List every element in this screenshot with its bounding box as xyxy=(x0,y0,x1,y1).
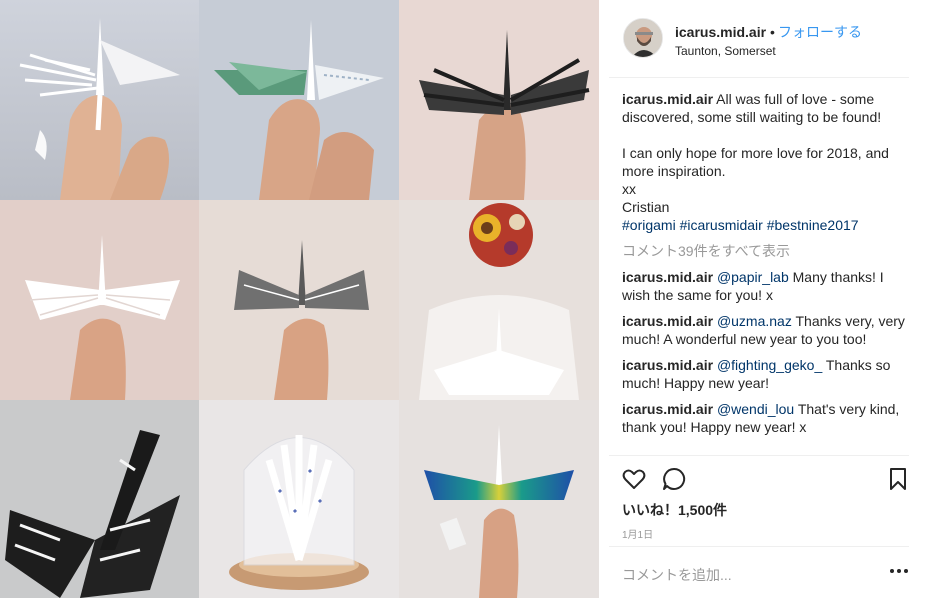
comment-item: icarus.mid.air @fighting_geko_ Thanks so… xyxy=(622,356,912,392)
comment-username[interactable]: icarus.mid.air xyxy=(622,269,713,285)
caption-hashtags[interactable]: #origami #icarusmidair #bestnine2017 xyxy=(622,216,912,234)
header-divider xyxy=(609,77,909,78)
view-all-comments-link[interactable]: コメント39件をすべて表示 xyxy=(622,242,912,260)
add-comment-input[interactable]: コメントを追加... xyxy=(622,565,732,585)
comments-section: icarus.mid.air All was full of love - so… xyxy=(622,90,912,436)
comment-username[interactable]: icarus.mid.air xyxy=(622,313,713,329)
likes-count[interactable]: いいね！1,500件 xyxy=(622,500,727,520)
post-details-panel: icarus.mid.air • フォローする Taunton, Somerset … xyxy=(599,0,931,598)
header-username[interactable]: icarus.mid.air xyxy=(675,24,766,40)
post-date[interactable]: 1月1日 xyxy=(622,526,653,541)
actions-divider xyxy=(609,455,909,456)
comment-username[interactable]: icarus.mid.air xyxy=(622,401,713,417)
caption-username[interactable]: icarus.mid.air xyxy=(622,91,713,107)
collage-tile-zebra-crane xyxy=(0,400,199,598)
collage-tile-blue-green-crane xyxy=(399,400,599,598)
caption-gap xyxy=(622,126,912,144)
caption-line-3: xx xyxy=(622,181,636,197)
more-options-icon[interactable] xyxy=(887,563,911,579)
comment-mention[interactable]: @uzma.naz xyxy=(717,313,792,329)
location-link[interactable]: Taunton, Somerset xyxy=(675,44,776,58)
collage-tile-flower-portrait xyxy=(399,200,599,400)
collage-tile-white-skeleton-crane xyxy=(0,0,199,200)
comment-mention[interactable]: @papir_lab xyxy=(717,269,789,285)
comment-input-divider xyxy=(609,546,909,547)
collage-tile-black-crane xyxy=(399,0,599,200)
bookmark-icon[interactable] xyxy=(885,466,911,492)
header-user-line: icarus.mid.air • フォローする xyxy=(675,22,862,42)
collage-tile-green-crane xyxy=(199,0,399,200)
caption-line-4: Cristian xyxy=(622,199,670,215)
separator-dot: • xyxy=(770,24,775,40)
comment-mention[interactable]: @wendi_lou xyxy=(717,401,794,417)
comment-icon[interactable] xyxy=(661,466,687,492)
comment-item: icarus.mid.air @wendi_lou That's very ki… xyxy=(622,400,912,436)
comment-username[interactable]: icarus.mid.air xyxy=(622,357,713,373)
collage-tile-white-feather-crane xyxy=(0,200,199,400)
heart-icon[interactable] xyxy=(621,466,647,492)
caption-line-2: I can only hope for more love for 2018, … xyxy=(622,145,889,179)
photo-collage[interactable] xyxy=(0,0,599,598)
avatar[interactable] xyxy=(623,18,663,58)
collage-tile-glass-dome xyxy=(199,400,399,598)
post-header: icarus.mid.air • フォローする Taunton, Somerset xyxy=(599,0,931,78)
follow-button[interactable]: フォローする xyxy=(778,24,862,40)
action-bar xyxy=(621,466,909,492)
caption-line-1: icarus.mid.air All was full of love - so… xyxy=(622,90,912,126)
collage-tile-grey-crane xyxy=(199,200,399,400)
comment-item: icarus.mid.air @uzma.naz Thanks very, ve… xyxy=(622,312,912,348)
post-caption: icarus.mid.air All was full of love - so… xyxy=(622,90,912,234)
comment-item: icarus.mid.air @papir_lab Many thanks! I… xyxy=(622,268,912,304)
comment-mention[interactable]: @fighting_geko_ xyxy=(717,357,822,373)
